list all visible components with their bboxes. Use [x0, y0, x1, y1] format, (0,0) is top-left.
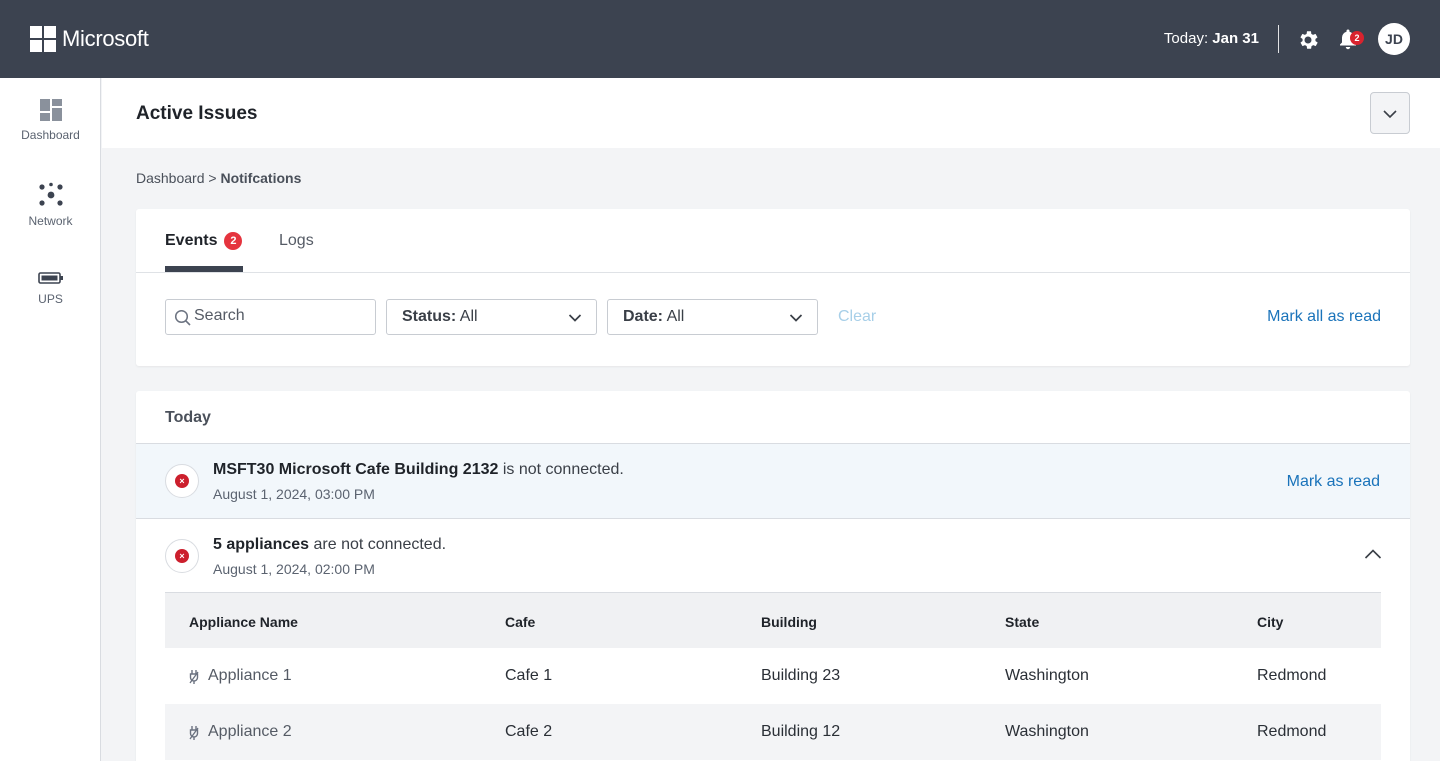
- chevron-down-icon: [789, 314, 803, 322]
- dashboard-icon: [39, 99, 62, 121]
- cell-cafe: Cafe 1: [505, 667, 553, 684]
- error-status-icon: ×: [165, 464, 199, 498]
- plug-icon: [189, 670, 199, 684]
- event-item-unread[interactable]: × MSFT30 Microsoft Cafe Building 2132 is…: [136, 444, 1410, 518]
- breadcrumb-dashboard[interactable]: Dashboard: [136, 170, 205, 186]
- microsoft-logo[interactable]: Microsoft: [30, 26, 149, 52]
- sidebar-item-network[interactable]: Network: [0, 182, 101, 228]
- sidebar-item-label: Network: [28, 214, 73, 228]
- table-row[interactable]: Appliance 1 Cafe 1 Building 23 Washingto…: [165, 648, 1381, 704]
- date-value: All: [666, 308, 685, 325]
- search-input[interactable]: [194, 307, 369, 325]
- breadcrumb-separator: >: [208, 170, 217, 186]
- today-label: Today:: [1163, 30, 1209, 47]
- cell-state: Washington: [1005, 667, 1089, 684]
- battery-icon: [37, 272, 63, 284]
- column-header-city[interactable]: City: [1257, 614, 1283, 630]
- breadcrumb-current: Notifcations: [220, 170, 302, 186]
- sidebar-item-dashboard[interactable]: Dashboard: [0, 98, 101, 142]
- status-value: All: [459, 308, 478, 325]
- column-header-appliance-name[interactable]: Appliance Name: [189, 614, 298, 630]
- cell-city: Redmond: [1257, 723, 1327, 740]
- page-title: Active Issues: [136, 103, 258, 124]
- table-header: Appliance Name Cafe Building State City: [165, 592, 1381, 648]
- active-tab-indicator: [165, 266, 243, 272]
- chevron-down-icon: [1383, 110, 1397, 119]
- event-timestamp: August 1, 2024, 02:00 PM: [213, 561, 375, 577]
- sidebar-item-label: UPS: [38, 292, 63, 306]
- notification-count-badge: 2: [1350, 31, 1364, 45]
- error-x-icon: ×: [175, 474, 189, 488]
- collapse-button[interactable]: [1370, 92, 1410, 134]
- user-avatar[interactable]: JD: [1378, 23, 1410, 55]
- mark-as-read-link[interactable]: Mark as read: [1287, 473, 1380, 491]
- status-label: Status:: [402, 308, 457, 325]
- event-timestamp: August 1, 2024, 03:00 PM: [213, 486, 375, 502]
- cell-state: Washington: [1005, 723, 1089, 740]
- mark-all-read-link[interactable]: Mark all as read: [1267, 308, 1381, 326]
- cell-city: Redmond: [1257, 667, 1327, 684]
- event-message: MSFT30 Microsoft Cafe Building 2132 is n…: [213, 461, 624, 479]
- status-dropdown-label: Status: All: [402, 308, 478, 326]
- chevron-down-icon: [568, 314, 582, 322]
- date-dropdown-label: Date: All: [623, 308, 684, 326]
- gear-icon[interactable]: [1296, 28, 1320, 52]
- table-row[interactable]: Appliance 2 Cafe 2 Building 12 Washingto…: [165, 704, 1381, 760]
- event-subject: 5 appliances: [213, 536, 310, 553]
- search-icon: [174, 309, 191, 326]
- header-divider: [1278, 25, 1279, 53]
- chevron-up-icon[interactable]: [1364, 547, 1382, 561]
- status-dropdown[interactable]: Status: All: [386, 299, 597, 335]
- cell-cafe: Cafe 2: [505, 723, 553, 740]
- search-box: [165, 299, 376, 335]
- breadcrumb: Dashboard > Notifcations: [136, 170, 301, 186]
- sidebar-item-ups[interactable]: UPS: [0, 270, 101, 306]
- event-text: are not connected.: [313, 536, 447, 553]
- network-icon: [38, 182, 63, 206]
- tab-logs[interactable]: Logs: [279, 232, 314, 250]
- events-count-badge: 2: [224, 232, 243, 250]
- cell-building: Building 23: [761, 667, 841, 684]
- clear-filters-link[interactable]: Clear: [838, 308, 876, 326]
- event-subject: MSFT30 Microsoft Cafe Building 2132: [213, 461, 499, 478]
- page-header: Active Issues: [102, 78, 1440, 148]
- windows-logo-icon: [30, 26, 56, 52]
- sidebar-item-label: Dashboard: [21, 128, 80, 142]
- top-bar: Microsoft Today: Jan 31 2 JD: [0, 0, 1440, 78]
- plug-icon: [189, 726, 199, 740]
- events-card: Today × MSFT30 Microsoft Cafe Building 2…: [136, 391, 1410, 761]
- brand-name: Microsoft: [62, 26, 149, 51]
- filters-card: Events 2 Logs Status: All Date: All Clear…: [136, 209, 1410, 366]
- section-today: Today: [165, 409, 211, 426]
- event-text: is not connected.: [502, 461, 624, 478]
- event-message: 5 appliances are not connected.: [213, 536, 446, 554]
- tab-bar: Events 2 Logs: [136, 209, 1410, 273]
- tab-events[interactable]: Events 2: [165, 232, 243, 250]
- error-x-icon: ×: [175, 549, 189, 563]
- sidebar: Dashboard Network UPS: [0, 78, 101, 761]
- column-header-building[interactable]: Building: [761, 614, 817, 630]
- date-label: Date:: [623, 308, 664, 325]
- today-value: Jan 31: [1212, 30, 1259, 47]
- column-header-cafe[interactable]: Cafe: [505, 614, 535, 630]
- date-dropdown[interactable]: Date: All: [607, 299, 818, 335]
- cell-appliance-name: Appliance 2: [208, 723, 292, 740]
- error-status-icon: ×: [165, 539, 199, 573]
- cell-appliance-name: Appliance 1: [208, 667, 292, 684]
- column-header-state[interactable]: State: [1005, 614, 1039, 630]
- event-item-expanded[interactable]: × 5 appliances are not connected. August…: [136, 519, 1410, 593]
- today-date: Today: Jan 31: [1164, 30, 1259, 47]
- tab-events-label: Events: [165, 232, 218, 249]
- cell-building: Building 12: [761, 723, 841, 740]
